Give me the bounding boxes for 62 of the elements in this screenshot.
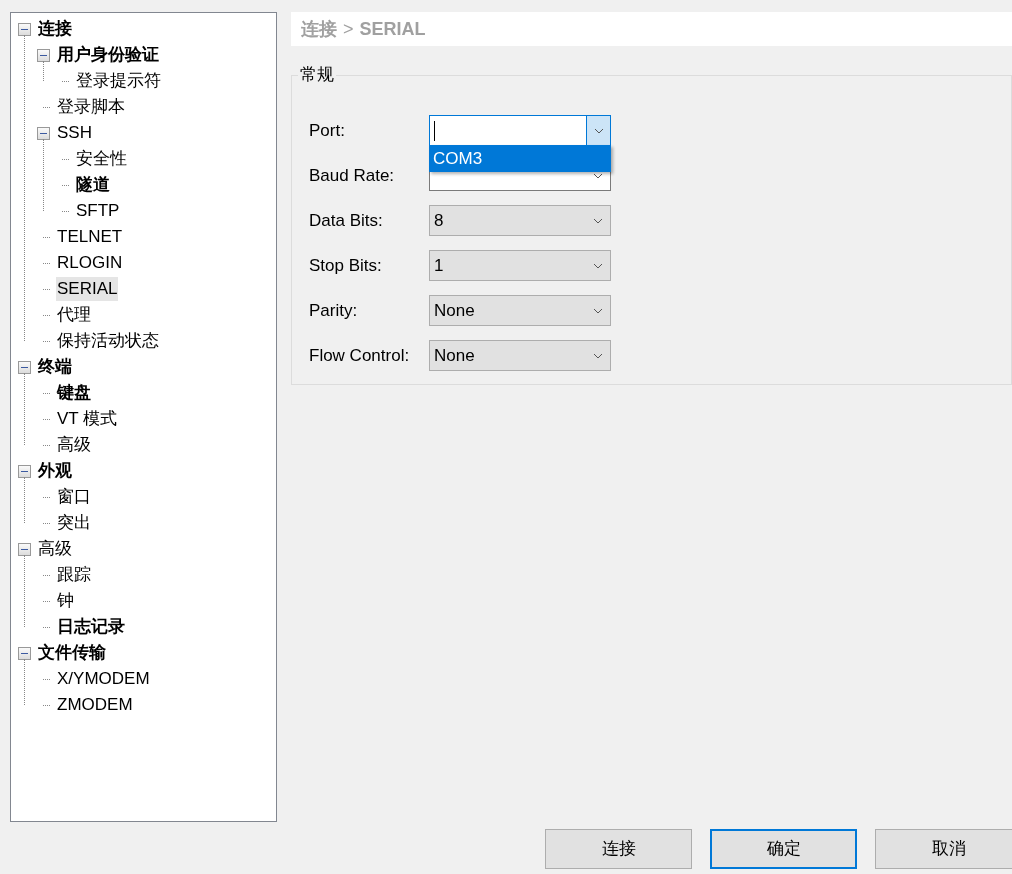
- collapse-icon[interactable]: [18, 464, 31, 478]
- collapse-icon[interactable]: [37, 48, 50, 62]
- tree-item[interactable]: 日志记录: [56, 615, 126, 639]
- field-label: Flow Control:: [308, 344, 411, 367]
- dropdown-option[interactable]: COM3: [430, 146, 610, 171]
- dropdown[interactable]: [429, 115, 611, 146]
- collapse-icon[interactable]: [18, 646, 31, 660]
- dropdown-value: None: [434, 302, 475, 319]
- tree-item[interactable]: SERIAL: [56, 277, 119, 301]
- field-label: Data Bits:: [308, 209, 384, 232]
- tree-item[interactable]: 连接: [37, 17, 73, 41]
- tree-item[interactable]: 钟: [56, 589, 75, 613]
- tree-item[interactable]: X/YMODEM: [56, 667, 151, 691]
- dropdown-value: None: [434, 347, 475, 364]
- chevron-down-icon: [593, 127, 604, 134]
- dialog-button[interactable]: 取消: [875, 829, 1012, 869]
- field-label: Baud Rate:: [308, 164, 396, 187]
- dropdown-value: 1: [434, 257, 444, 274]
- tree-item[interactable]: 终端: [37, 355, 73, 379]
- tree-item[interactable]: 键盘: [56, 381, 92, 405]
- field-label: Parity:: [308, 299, 359, 322]
- tree-item[interactable]: RLOGIN: [56, 251, 124, 275]
- tree-item[interactable]: 登录脚本: [56, 95, 126, 119]
- breadcrumb-separator: >: [343, 17, 354, 41]
- tree-item[interactable]: 隧道: [75, 173, 111, 197]
- field-label: Stop Bits:: [308, 254, 383, 277]
- tree-item[interactable]: ZMODEM: [56, 693, 134, 717]
- tree-item[interactable]: 安全性: [75, 147, 128, 171]
- tree-item[interactable]: SSH: [56, 121, 93, 145]
- tree-item[interactable]: 高级: [37, 537, 73, 561]
- tree-item[interactable]: SFTP: [75, 199, 121, 223]
- dropdown[interactable]: None: [429, 295, 611, 326]
- tree-item[interactable]: 突出: [56, 511, 92, 535]
- tree-item[interactable]: 跟踪: [56, 563, 92, 587]
- tree-item[interactable]: 文件传输: [37, 641, 107, 665]
- chevron-down-icon: [593, 262, 603, 269]
- collapse-icon[interactable]: [18, 360, 31, 374]
- tree-item[interactable]: 保持活动状态: [56, 329, 160, 353]
- tree-item[interactable]: 外观: [37, 459, 73, 483]
- dialog-button[interactable]: 连接: [545, 829, 692, 869]
- chevron-down-icon: [593, 172, 603, 179]
- dropdown[interactable]: 8: [429, 205, 611, 236]
- tree-item[interactable]: 用户身份验证: [56, 43, 160, 67]
- tree-item[interactable]: 窗口: [56, 485, 92, 509]
- collapse-icon[interactable]: [37, 126, 50, 140]
- breadcrumb-parent: 连接: [301, 17, 337, 41]
- chevron-down-icon: [593, 352, 603, 359]
- collapse-icon[interactable]: [18, 22, 31, 36]
- field-label: Port:: [308, 119, 346, 142]
- dropdown-value: 8: [434, 212, 444, 229]
- dropdown[interactable]: None: [429, 340, 611, 371]
- tree-item[interactable]: VT 模式: [56, 407, 119, 431]
- breadcrumb-current: SERIAL: [359, 17, 426, 41]
- tree-item[interactable]: 登录提示符: [75, 69, 162, 93]
- chevron-down-icon: [593, 217, 603, 224]
- collapse-icon[interactable]: [18, 542, 31, 556]
- tree-item[interactable]: 高级: [56, 433, 92, 457]
- tree-item[interactable]: TELNET: [56, 225, 124, 249]
- dialog-button[interactable]: 确定: [710, 829, 857, 869]
- dropdown[interactable]: 1: [429, 250, 611, 281]
- chevron-down-icon: [593, 307, 603, 314]
- tree-item[interactable]: 代理: [56, 303, 92, 327]
